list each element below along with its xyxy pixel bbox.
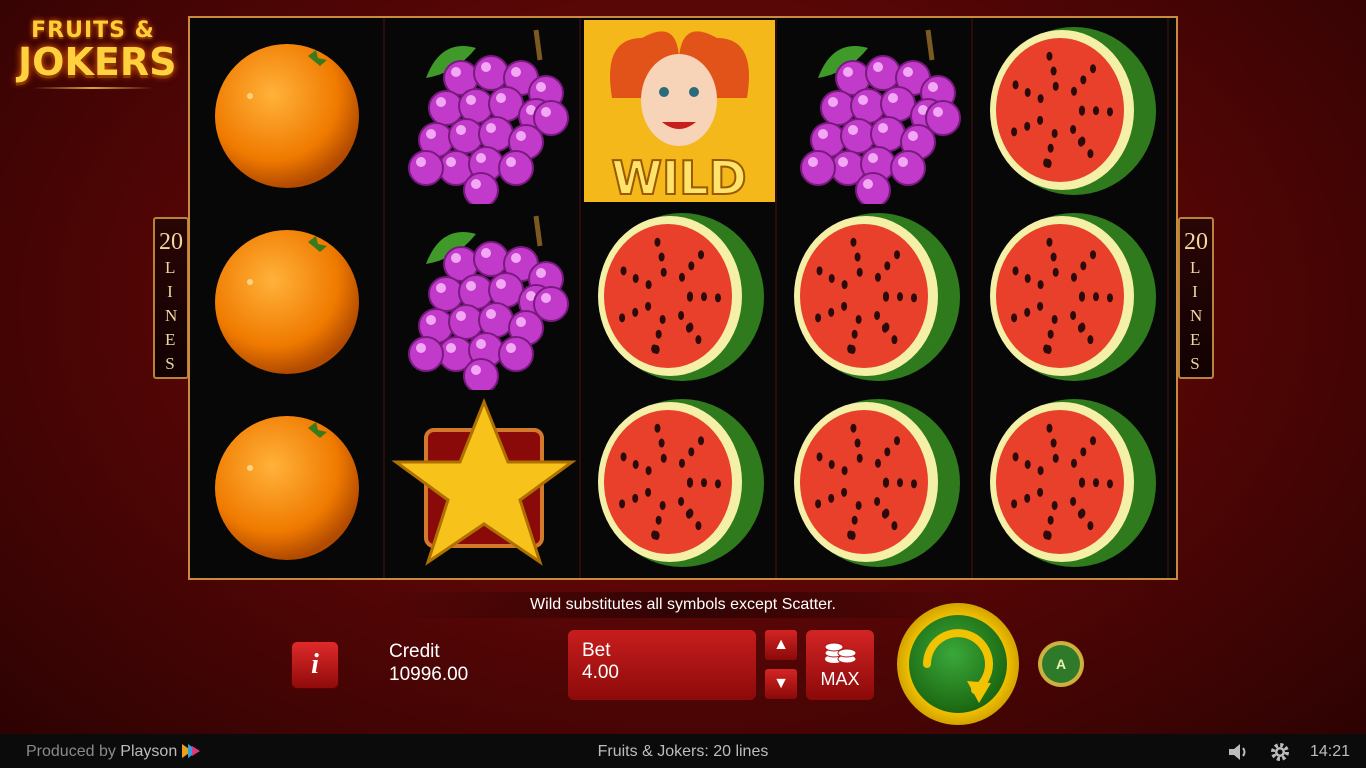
max-bet-button[interactable]: MAX bbox=[806, 630, 874, 700]
triangle-down-icon: ▼ bbox=[773, 675, 789, 692]
paylines-indicator-right: 20 LINES bbox=[1178, 217, 1214, 379]
clock: 14:21 bbox=[1310, 743, 1351, 760]
max-label: MAX bbox=[820, 669, 860, 689]
reel-1 bbox=[190, 18, 385, 578]
game-logo: FRUITS & JOKERS bbox=[18, 18, 177, 110]
paylines-word-left: LINES bbox=[165, 258, 180, 373]
orange-symbol bbox=[190, 390, 385, 576]
paylines-indicator-left: 20 LINES bbox=[153, 217, 189, 379]
credit-label: Credit bbox=[389, 641, 440, 662]
paylines-count-right: 20 bbox=[1184, 229, 1208, 255]
watermelon-symbol bbox=[974, 390, 1169, 576]
watermelon-symbol bbox=[974, 204, 1169, 390]
watermelon-symbol bbox=[974, 18, 1169, 204]
logo-rule bbox=[33, 87, 153, 89]
autoplay-icon: A bbox=[1042, 645, 1080, 683]
orange-symbol bbox=[190, 18, 385, 204]
wild-label: WILD bbox=[611, 151, 746, 204]
bet-increase-button[interactable]: ▲ bbox=[765, 630, 797, 660]
game-message: Wild substitutes all symbols except Scat… bbox=[380, 592, 986, 618]
bet-decrease-button[interactable]: ▼ bbox=[765, 669, 797, 699]
bet-label: Bet bbox=[582, 640, 611, 661]
logo-line-2: JOKERS bbox=[18, 40, 177, 84]
footer-game-title: Fruits & Jokers: 20 lines bbox=[597, 743, 769, 760]
grapes-symbol bbox=[778, 18, 973, 208]
watermelon-symbol bbox=[778, 204, 973, 390]
paylines-word-right: LINES bbox=[1190, 258, 1205, 373]
watermelon-symbol bbox=[778, 390, 973, 576]
spin-arrow-icon bbox=[923, 629, 993, 703]
settings-gear-icon[interactable] bbox=[1269, 741, 1291, 763]
grapes-symbol bbox=[386, 204, 581, 394]
watermelon-symbol bbox=[582, 390, 777, 576]
reel-4 bbox=[778, 18, 973, 578]
orange-symbol bbox=[190, 204, 385, 390]
reel-grid: WILD bbox=[188, 16, 1178, 580]
star-symbol bbox=[386, 390, 581, 576]
credit-value: 10996.00 bbox=[389, 664, 469, 685]
reel-5 bbox=[974, 18, 1169, 578]
sound-icon[interactable] bbox=[1227, 742, 1251, 762]
autoplay-button[interactable]: A bbox=[1038, 641, 1084, 687]
reel-3: WILD bbox=[582, 18, 777, 578]
watermelon-symbol bbox=[582, 204, 777, 390]
triangle-up-icon: ▲ bbox=[773, 636, 789, 653]
reel-2 bbox=[386, 18, 581, 578]
bet-value: 4.00 bbox=[582, 662, 619, 683]
footer-bar: Produced by Playson Fruits & Jokers: 20 … bbox=[0, 734, 1366, 768]
bet-display: Bet 4.00 bbox=[568, 630, 756, 700]
coin-stack-icon bbox=[824, 642, 857, 664]
grapes-symbol bbox=[386, 18, 581, 208]
credit-display: Credit 10996.00 bbox=[389, 640, 468, 686]
paylines-count-left: 20 bbox=[159, 229, 183, 255]
spin-button[interactable] bbox=[897, 603, 1019, 725]
info-button[interactable]: i bbox=[291, 641, 339, 689]
info-icon: i bbox=[311, 649, 319, 680]
wild-symbol: WILD bbox=[582, 18, 777, 206]
